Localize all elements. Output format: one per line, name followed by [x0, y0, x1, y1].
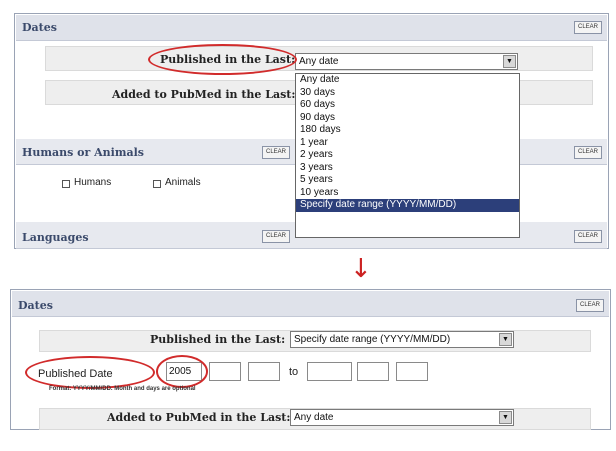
dates-section-title: Dates — [22, 21, 57, 34]
published-select[interactable]: Any date ▼ — [295, 53, 518, 70]
from-month-input[interactable] — [209, 362, 241, 381]
dropdown-option[interactable]: 5 years — [296, 174, 519, 187]
dropdown-option-selected[interactable]: Specify date range (YYYY/MM/DD) — [296, 199, 519, 212]
languages-section-title: Languages — [22, 231, 89, 244]
animals-checkbox[interactable] — [153, 180, 161, 188]
to-year-input[interactable] — [307, 362, 352, 381]
humans-label: Humans — [74, 177, 112, 188]
chevron-down-icon[interactable]: ▼ — [499, 411, 512, 424]
bottom-published-select[interactable]: Specify date range (YYYY/MM/DD) ▼ — [290, 331, 514, 348]
from-day-input[interactable] — [248, 362, 280, 381]
highlight-circle-published — [148, 44, 297, 75]
bottom-added-select[interactable]: Any date ▼ — [290, 409, 514, 426]
format-hint: Format: YYYY/MM/DD. Month and days are o… — [49, 386, 196, 392]
bottom-dates-section-title: Dates — [18, 299, 53, 312]
to-month-input[interactable] — [357, 362, 389, 381]
highlight-circle-year — [156, 355, 208, 388]
bottom-published-label: Published in the Last: — [150, 333, 286, 346]
added-label: Added to PubMed in the Last: — [112, 88, 296, 101]
bottom-added-select-value: Any date — [294, 412, 334, 423]
humans-section-title: Humans or Animals — [22, 146, 144, 159]
arrow-down-icon: ↓ — [350, 254, 372, 284]
languages-clear-button-left[interactable]: CLEAR — [262, 230, 291, 243]
dropdown-option[interactable]: 60 days — [296, 99, 519, 112]
dropdown-option[interactable]: 180 days — [296, 124, 519, 137]
bottom-added-label: Added to PubMed in the Last: — [107, 411, 291, 424]
highlight-circle-published-date — [25, 356, 155, 389]
dropdown-option[interactable]: Any date — [296, 74, 519, 87]
dropdown-option[interactable]: 90 days — [296, 112, 519, 125]
bottom-dates-section-header: Dates CLEAR — [12, 291, 609, 317]
humans-clear-button-right[interactable]: CLEAR — [573, 146, 602, 159]
chevron-down-icon[interactable]: ▼ — [499, 333, 512, 346]
dropdown-option[interactable]: 30 days — [296, 87, 519, 100]
languages-clear-button-right[interactable]: CLEAR — [573, 230, 602, 243]
dropdown-option[interactable]: 1 year — [296, 137, 519, 150]
chevron-down-icon[interactable]: ▼ — [503, 55, 516, 68]
animals-label: Animals — [165, 177, 201, 188]
bottom-dates-clear-button[interactable]: CLEAR — [575, 299, 604, 312]
to-label: to — [289, 366, 299, 378]
dropdown-option[interactable]: 10 years — [296, 187, 519, 200]
humans-checkbox[interactable] — [62, 180, 70, 188]
dates-clear-button[interactable]: CLEAR — [573, 21, 602, 34]
bottom-published-select-value: Specify date range (YYYY/MM/DD) — [294, 334, 451, 345]
dates-section-header: Dates CLEAR — [16, 15, 607, 41]
to-day-input[interactable] — [396, 362, 428, 381]
dropdown-option[interactable]: 2 years — [296, 149, 519, 162]
dropdown-option[interactable]: 3 years — [296, 162, 519, 175]
published-dropdown-list[interactable]: Any date 30 days 60 days 90 days 180 day… — [295, 73, 520, 238]
humans-clear-button-left[interactable]: CLEAR — [262, 146, 291, 159]
published-select-value: Any date — [299, 56, 339, 67]
